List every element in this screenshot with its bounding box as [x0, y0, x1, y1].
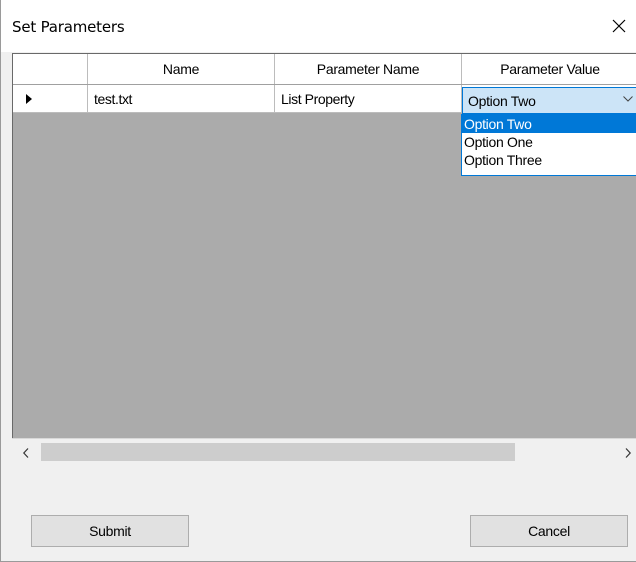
set-parameters-dialog: Set Parameters Name Parameter Name Param… [0, 0, 636, 562]
combobox-selected-value: Option Two [468, 92, 536, 109]
cell-parameter-name[interactable]: List Property [275, 85, 462, 112]
column-header-name[interactable]: Name [88, 54, 275, 84]
scrollbar-thumb[interactable] [41, 443, 515, 461]
current-row-arrow-icon [26, 93, 32, 104]
column-header-parameter-value[interactable]: Parameter Value [462, 54, 636, 84]
grid-header-row: Name Parameter Name Parameter Value [13, 54, 636, 85]
parameter-value-dropdown-list[interactable]: Option Two Option One Option Three [461, 114, 636, 176]
chevron-left-icon [22, 447, 28, 458]
cancel-button[interactable]: Cancel [470, 515, 628, 547]
row-header-corner[interactable] [13, 54, 88, 84]
close-button[interactable] [601, 10, 636, 42]
cell-name[interactable]: test.txt [88, 85, 275, 112]
column-header-parameter-name[interactable]: Parameter Name [275, 54, 462, 84]
chevron-down-icon[interactable] [623, 96, 633, 102]
horizontal-scrollbar[interactable] [12, 438, 636, 465]
row-header[interactable] [13, 85, 88, 112]
window-title: Set Parameters [12, 18, 125, 36]
dropdown-option-option-one[interactable]: Option One [462, 133, 636, 151]
chevron-right-icon [625, 447, 631, 458]
submit-button[interactable]: Submit [31, 515, 189, 547]
title-bar: Set Parameters [1, 0, 636, 52]
scroll-left-button[interactable] [12, 439, 39, 466]
dropdown-option-option-two[interactable]: Option Two [462, 115, 636, 133]
scroll-right-button[interactable] [614, 439, 636, 466]
close-icon [612, 19, 626, 33]
parameter-value-combobox[interactable]: Option Two [462, 87, 636, 114]
dropdown-option-option-three[interactable]: Option Three [462, 151, 636, 169]
